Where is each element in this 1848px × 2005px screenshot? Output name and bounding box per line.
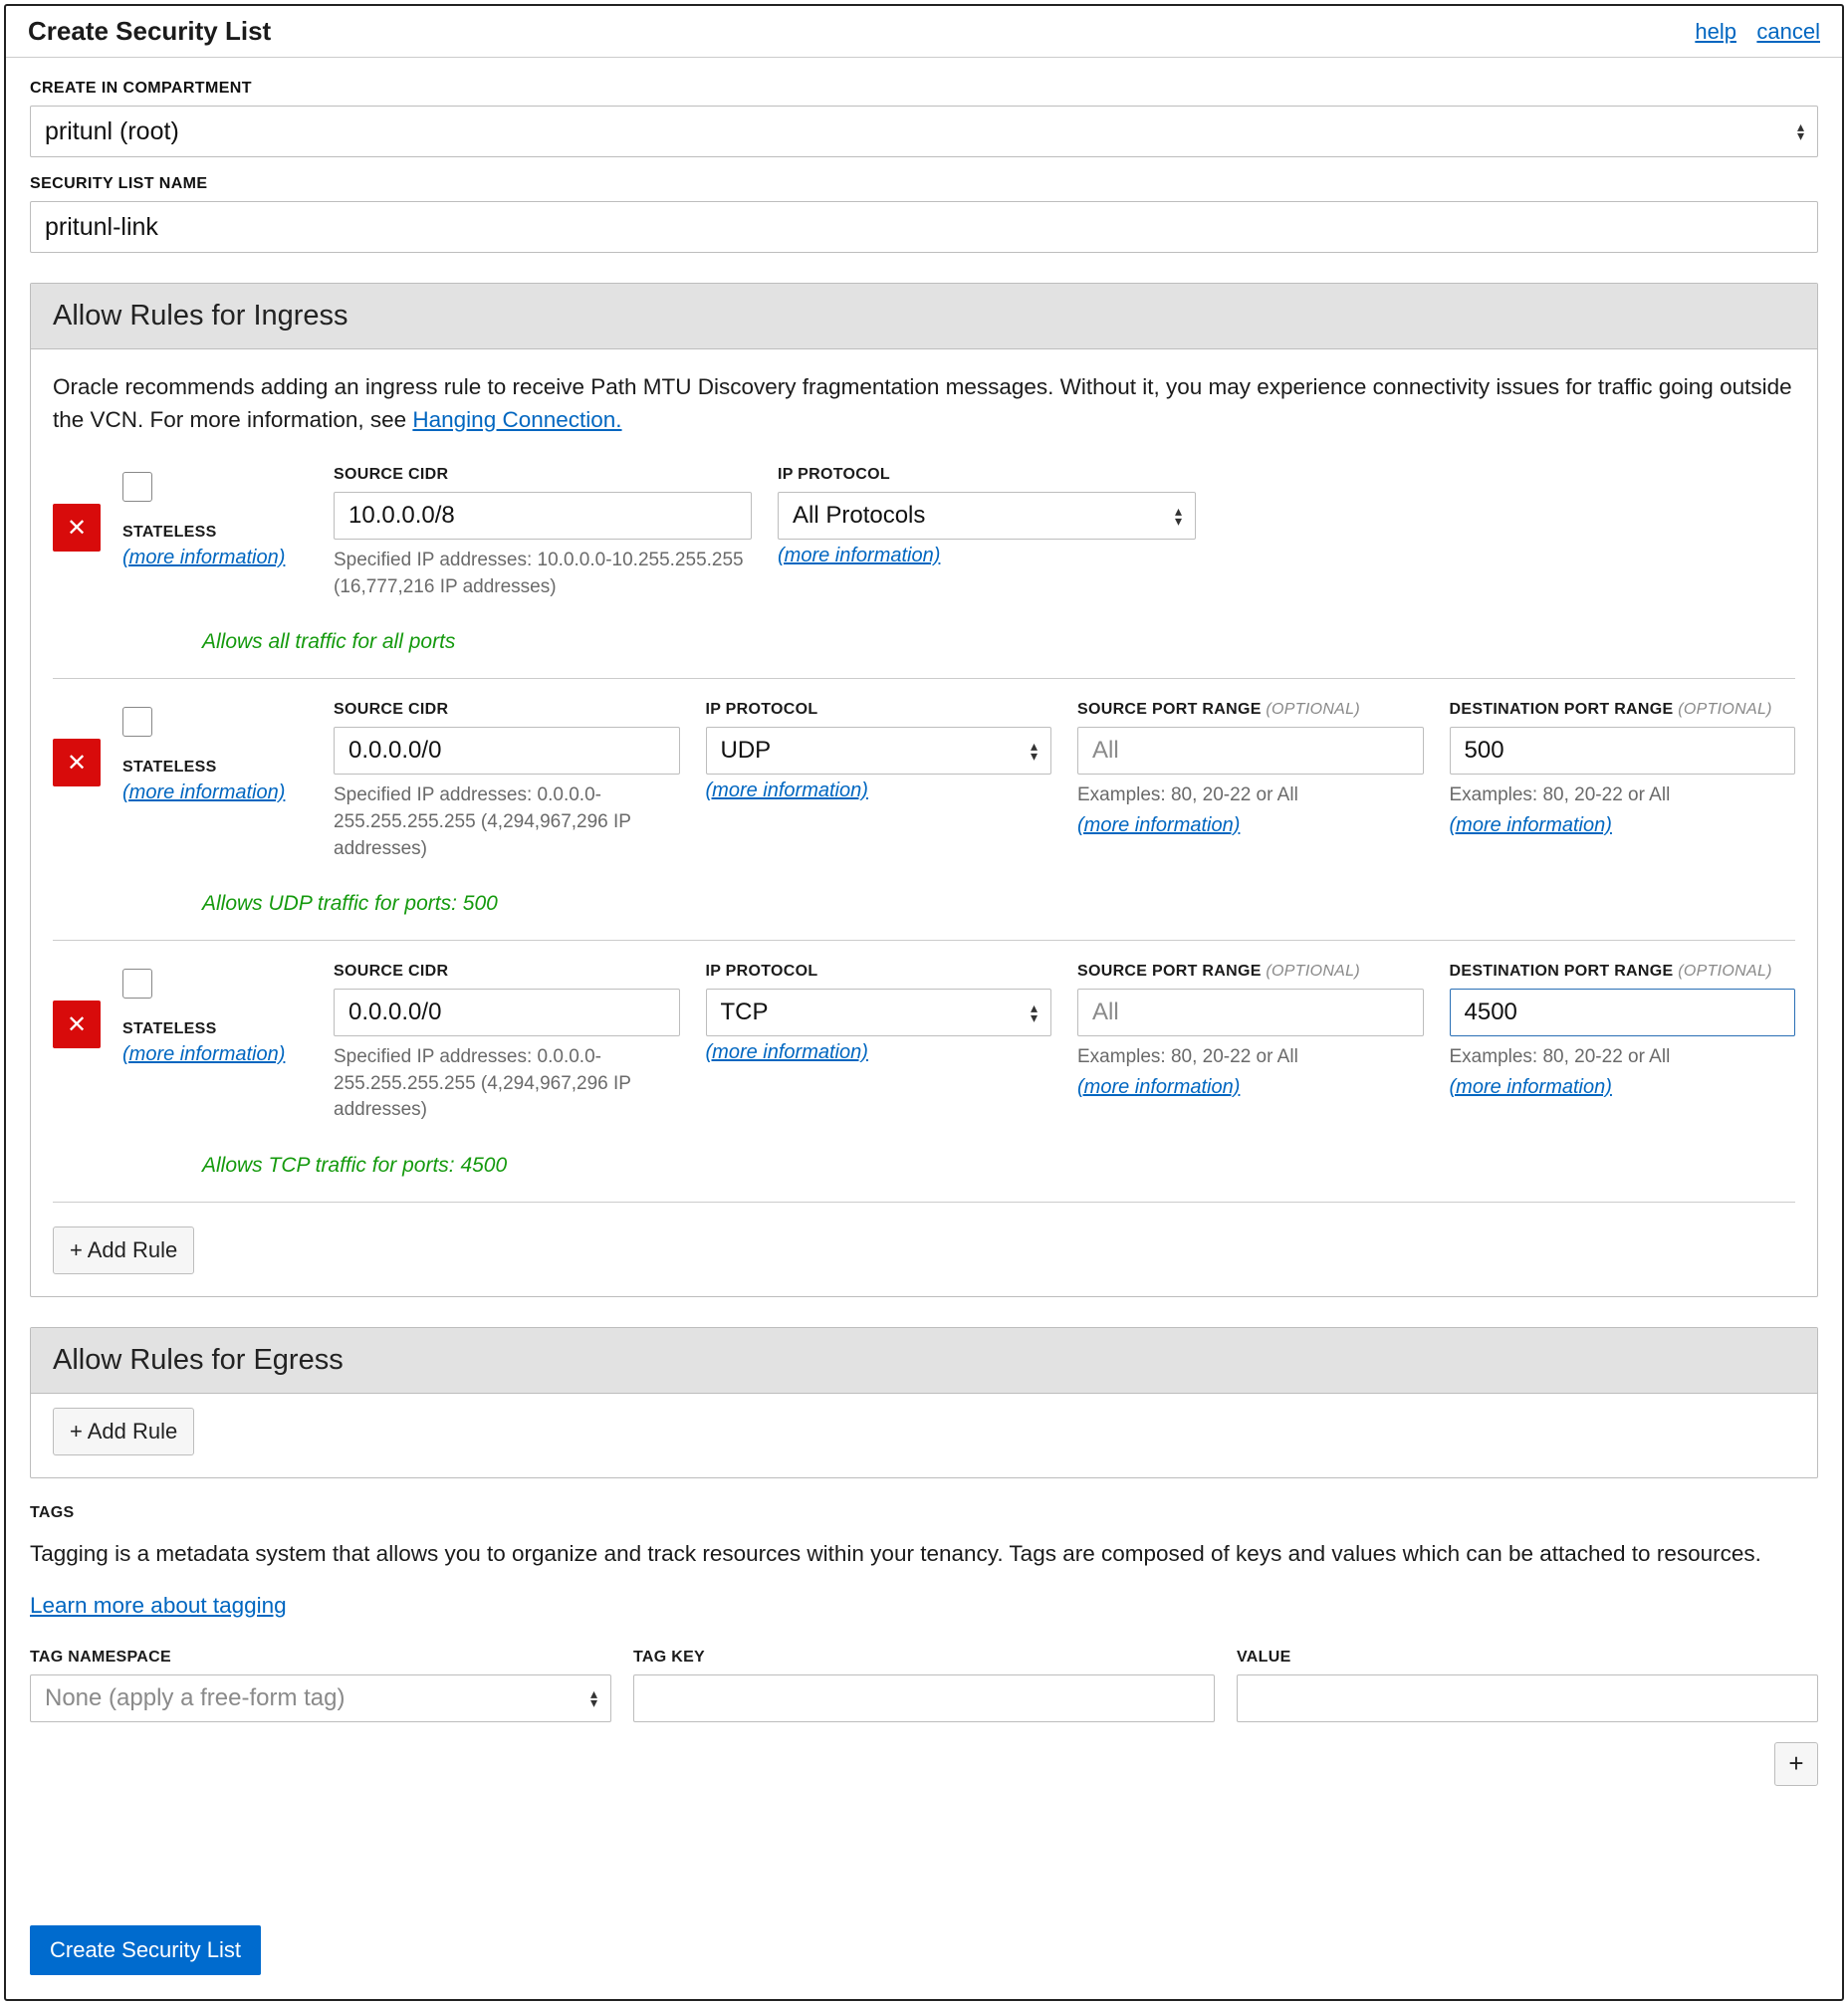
learn-more-tagging-link[interactable]: Learn more about tagging	[30, 1593, 287, 1619]
stateless-more-info-link[interactable]: (more information)	[122, 547, 285, 569]
ip-protocol-label: IP PROTOCOL	[706, 963, 1052, 981]
hanging-connection-link[interactable]: Hanging Connection.	[412, 407, 621, 432]
source-port-more-info-link[interactable]: (more information)	[1077, 814, 1240, 837]
stateless-more-info-link[interactable]: (more information)	[122, 781, 285, 804]
source-cidr-hint: Specified IP addresses: 0.0.0.0-255.255.…	[334, 1044, 680, 1124]
stateless-more-info-link: (more information)	[122, 1043, 285, 1066]
dest-port-input[interactable]	[1450, 727, 1796, 775]
dest-port-hint: Examples: 80, 20-22 or All	[1450, 1044, 1796, 1071]
egress-panel: Allow Rules for Egress + Add Rule	[30, 1327, 1818, 1478]
ip-protocol-select[interactable]	[706, 989, 1052, 1036]
dialog-header: Create Security List help cancel	[6, 6, 1842, 58]
dest-port-input[interactable]	[1450, 989, 1796, 1036]
ip-protocol-select[interactable]	[706, 727, 1052, 775]
delete-rule-button[interactable]: ✕	[53, 1001, 101, 1048]
dest-port-hint: Examples: 80, 20-22 or All	[1450, 782, 1796, 809]
tag-namespace-select[interactable]	[30, 1674, 611, 1722]
source-cidr-hint: Specified IP addresses: 0.0.0.0-255.255.…	[334, 782, 680, 862]
source-port-hint: Examples: 80, 20-22 or All	[1077, 1044, 1424, 1071]
egress-panel-header: Allow Rules for Egress	[31, 1328, 1817, 1394]
add-egress-rule-button[interactable]: + Add Rule	[53, 1408, 194, 1455]
ingress-info-text: Oracle recommends adding an ingress rule…	[53, 374, 1792, 432]
add-ingress-rule-button[interactable]: + Add Rule	[53, 1226, 194, 1274]
source-cidr-label: SOURCE CIDR	[334, 963, 680, 981]
tag-value-label: VALUE	[1237, 1649, 1818, 1667]
ip-protocol-label: IP PROTOCOL	[778, 466, 1196, 484]
source-cidr-input[interactable]	[334, 989, 680, 1036]
add-tag-button[interactable]: +	[1774, 1742, 1818, 1786]
source-port-input[interactable]	[1077, 989, 1424, 1036]
create-security-list-dialog: Create Security List help cancel CREATE …	[4, 4, 1844, 2001]
rule-summary: Allows all traffic for all ports	[202, 630, 1795, 654]
dialog-footer: Create Security List	[6, 1915, 1842, 1999]
source-port-more-info-link[interactable]: (more information)	[1077, 1076, 1240, 1099]
close-icon: ✕	[67, 1010, 87, 1039]
compartment-select[interactable]	[30, 106, 1818, 157]
ingress-rule-1: ✕ STATELESS (more information) SOURCE CI…	[53, 462, 1795, 622]
delete-rule-button[interactable]: ✕	[53, 739, 101, 786]
source-cidr-input[interactable]	[334, 492, 752, 540]
plus-icon: +	[1788, 1748, 1803, 1779]
header-links: help cancel	[1679, 19, 1820, 45]
close-icon: ✕	[67, 749, 87, 778]
security-list-name-input[interactable]	[30, 201, 1818, 253]
ip-protocol-label: IP PROTOCOL	[706, 701, 1052, 719]
dest-port-more-info-link[interactable]: (more information)	[1450, 814, 1612, 837]
source-cidr-label: SOURCE CIDR	[334, 701, 680, 719]
protocol-more-info-link[interactable]: (more information)	[706, 1041, 868, 1064]
ingress-panel: Allow Rules for Ingress Oracle recommend…	[30, 283, 1818, 1297]
ingress-panel-header: Allow Rules for Ingress	[31, 284, 1817, 349]
source-cidr-hint: Specified IP addresses: 10.0.0.0-10.255.…	[334, 548, 752, 600]
compartment-select-wrap: ▴▾	[30, 106, 1818, 157]
source-cidr-label: SOURCE CIDR	[334, 466, 752, 484]
tags-description: Tagging is a metadata system that allows…	[30, 1538, 1818, 1571]
ingress-rule-3: ✕ STATELESS (more information) SOURCE CI…	[53, 941, 1795, 1146]
delete-rule-button[interactable]: ✕	[53, 504, 101, 552]
source-port-label: SOURCE PORT RANGE (OPTIONAL)	[1077, 701, 1424, 719]
dest-port-label: DESTINATION PORT RANGE (OPTIONAL)	[1450, 963, 1796, 981]
tag-grid: TAG NAMESPACE ▴▾ TAG KEY VALUE	[30, 1649, 1818, 1722]
stateless-label: STATELESS	[122, 759, 312, 777]
rule-summary: Allows UDP traffic for ports: 500	[202, 892, 1795, 916]
compartment-label: CREATE IN COMPARTMENT	[30, 80, 1818, 98]
tag-value-input[interactable]	[1237, 1674, 1818, 1722]
dest-port-more-info-link[interactable]: (more information)	[1450, 1076, 1612, 1099]
stateless-label: STATELESS	[122, 524, 312, 542]
rule-summary: Allows TCP traffic for ports: 4500	[202, 1154, 1795, 1178]
tag-namespace-label: TAG NAMESPACE	[30, 1649, 611, 1667]
ip-protocol-select[interactable]	[778, 492, 1196, 540]
stateless-checkbox[interactable]	[122, 969, 152, 999]
protocol-more-info-link[interactable]: (more information)	[778, 545, 940, 567]
tag-key-label: TAG KEY	[633, 1649, 1215, 1667]
ingress-rule-2: ✕ STATELESS (more information) SOURCE CI…	[53, 679, 1795, 884]
close-icon: ✕	[67, 514, 87, 543]
source-cidr-input[interactable]	[334, 727, 680, 775]
source-port-input[interactable]	[1077, 727, 1424, 775]
protocol-more-info-link[interactable]: (more information)	[706, 780, 868, 802]
dest-port-label: DESTINATION PORT RANGE (OPTIONAL)	[1450, 701, 1796, 719]
stateless-label: STATELESS	[122, 1020, 312, 1038]
name-label: SECURITY LIST NAME	[30, 175, 1818, 193]
ingress-info: Oracle recommends adding an ingress rule…	[53, 371, 1795, 436]
tag-key-input[interactable]	[633, 1674, 1215, 1722]
create-security-list-button[interactable]: Create Security List	[30, 1925, 261, 1975]
help-link[interactable]: help	[1695, 19, 1736, 44]
dialog-title: Create Security List	[28, 16, 271, 47]
cancel-link[interactable]: cancel	[1756, 19, 1820, 44]
tags-label: TAGS	[30, 1504, 1818, 1522]
stateless-checkbox[interactable]	[122, 707, 152, 737]
source-port-label: SOURCE PORT RANGE (OPTIONAL)	[1077, 963, 1424, 981]
stateless-checkbox[interactable]	[122, 472, 152, 502]
source-port-hint: Examples: 80, 20-22 or All	[1077, 782, 1424, 809]
